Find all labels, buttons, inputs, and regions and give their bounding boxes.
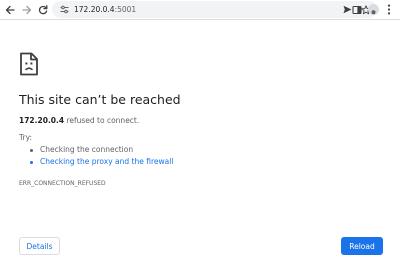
side-panel-button[interactable]: [350, 2, 364, 17]
side-panel-icon: [352, 5, 362, 14]
bullet: [30, 161, 33, 164]
error-code: ERR_CONNECTION_REFUSED: [19, 180, 106, 187]
menu-button[interactable]: [382, 2, 396, 17]
back-arrow-icon: [5, 5, 15, 14]
try-label: Try:: [19, 133, 32, 142]
profile-avatar-icon: [367, 4, 379, 15]
url-text[interactable]: 172.20.0.4:5001: [74, 4, 136, 15]
error-host: 172.20.0.4: [19, 116, 65, 125]
details-button[interactable]: Details: [19, 237, 60, 255]
forward-arrow-icon: [22, 5, 32, 14]
error-message-text: refused to connect.: [64, 116, 140, 125]
url-host: 172.20.0.4: [74, 5, 115, 14]
url-port: :5001: [114, 5, 137, 14]
reload-page-button[interactable]: [36, 2, 50, 17]
reload-icon: [38, 4, 48, 14]
site-info-icon[interactable]: [60, 5, 69, 14]
address-bar[interactable]: 172.20.0.4:5001: [52, 1, 377, 18]
forward-button[interactable]: [20, 2, 34, 17]
kebab-menu-icon: [387, 4, 391, 15]
sad-page-icon: [20, 52, 38, 76]
error-message: 172.20.0.4 refused to connect.: [19, 116, 139, 126]
browser-toolbar: 172.20.0.4:5001: [0, 0, 400, 20]
error-title: This site can’t be reached: [19, 92, 181, 107]
suggestion-text: Checking the connection: [40, 145, 134, 154]
bullet: [30, 149, 33, 152]
reload-button[interactable]: Reload: [341, 237, 383, 255]
profile-button[interactable]: [366, 2, 380, 17]
proxy-firewall-link[interactable]: Checking the proxy and the firewall: [40, 157, 173, 167]
back-button[interactable]: [3, 2, 17, 17]
